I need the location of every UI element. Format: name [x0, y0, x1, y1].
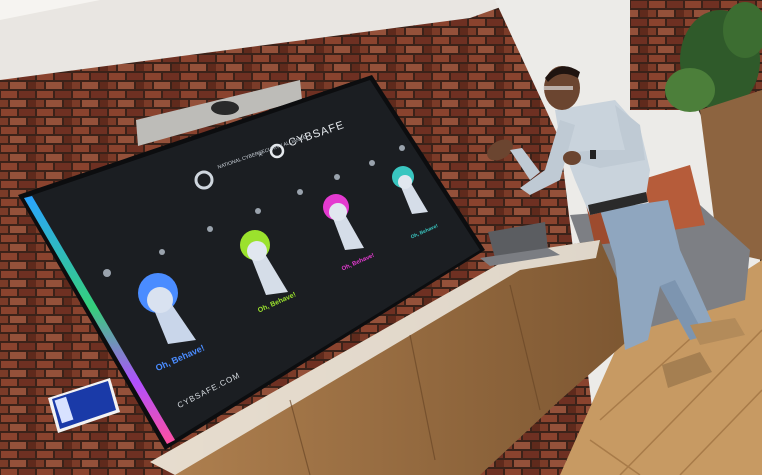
scene-illustration: [0, 0, 762, 475]
photo-scene: NATIONAL CYBERSECURITY ALLIANCE × CYBSAF…: [0, 0, 762, 475]
